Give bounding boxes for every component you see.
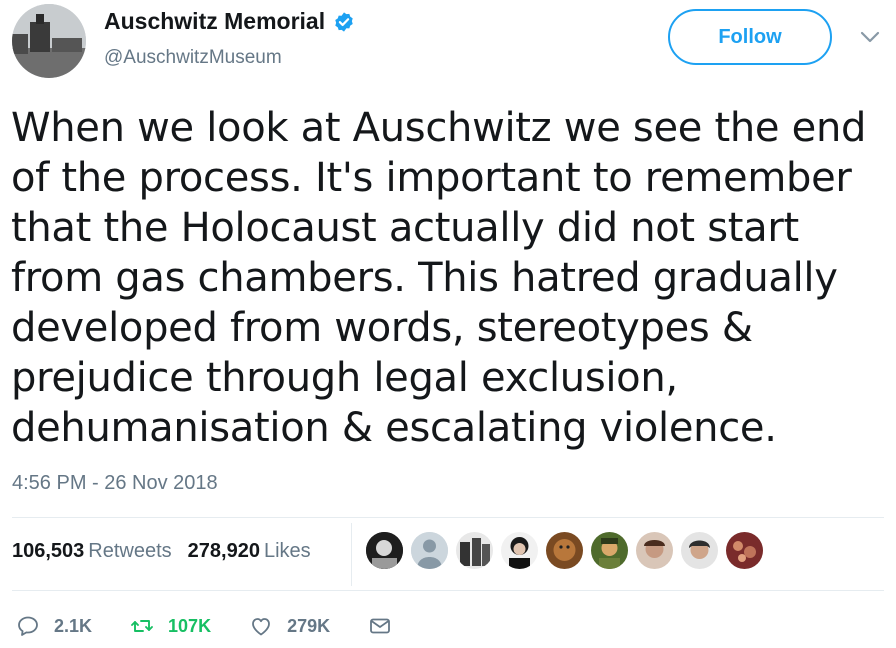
liker-avatar[interactable] <box>726 532 763 569</box>
tweet-actions: 2.1K 107K 279K <box>16 614 430 638</box>
liker-avatar[interactable] <box>546 532 583 569</box>
like-count: 279K <box>287 615 331 636</box>
direct-message-button[interactable] <box>368 614 392 638</box>
like-button[interactable]: 279K <box>249 614 330 638</box>
reply-count: 2.1K <box>54 615 93 636</box>
liker-avatar[interactable] <box>366 532 403 569</box>
likes-label: Likes <box>263 540 311 562</box>
chevron-down-icon[interactable] <box>860 30 880 44</box>
avatar-image <box>12 4 86 78</box>
liker-avatar[interactable] <box>591 532 628 569</box>
likes-count: 278,920 <box>187 540 260 562</box>
user-name-row[interactable]: Auschwitz Memorial <box>104 8 355 35</box>
avatar[interactable] <box>12 4 86 78</box>
liker-avatar[interactable] <box>501 532 538 569</box>
liker-avatar-image <box>366 532 403 569</box>
liker-avatar[interactable] <box>681 532 718 569</box>
user-handle[interactable]: @AuschwitzMuseum <box>104 47 282 69</box>
liker-avatar-image <box>636 532 673 569</box>
tweet-stats: 106,503 Retweets 278,920 Likes <box>12 540 327 563</box>
liker-avatar-image <box>726 532 763 569</box>
retweet-count: 107K <box>168 615 212 636</box>
liker-avatar[interactable] <box>411 532 448 569</box>
reply-button[interactable]: 2.1K <box>16 614 92 638</box>
retweets-stat[interactable]: 106,503 Retweets <box>12 540 172 563</box>
likes-stat[interactable]: 278,920 Likes <box>188 540 311 563</box>
divider <box>12 517 884 518</box>
liker-avatar-image <box>456 532 493 569</box>
retweet-icon <box>131 620 153 632</box>
tweet-timestamp[interactable]: 4:56 PM - 26 Nov 2018 <box>12 472 218 495</box>
default-profile-icon <box>411 532 448 569</box>
retweets-count: 106,503 <box>12 540 85 562</box>
user-name[interactable]: Auschwitz Memorial <box>104 8 325 35</box>
retweets-label: Retweets <box>88 540 172 562</box>
liker-avatar-image <box>681 532 718 569</box>
liker-avatar[interactable] <box>456 532 493 569</box>
reply-icon <box>18 616 38 636</box>
stats-separator <box>351 523 352 586</box>
tweet-text: When we look at Auschwitz we see the end… <box>11 105 867 451</box>
retweet-button[interactable]: 107K <box>130 614 211 638</box>
liker-avatars <box>366 532 771 569</box>
liker-avatar-image <box>546 532 583 569</box>
liker-avatar[interactable] <box>636 532 673 569</box>
divider <box>12 590 884 591</box>
verified-badge-icon <box>335 11 353 32</box>
liker-avatar-image <box>501 532 538 569</box>
liker-avatar-image <box>591 532 628 569</box>
heart-icon <box>252 618 270 636</box>
envelope-icon <box>370 618 390 634</box>
follow-button[interactable]: Follow <box>668 9 832 65</box>
